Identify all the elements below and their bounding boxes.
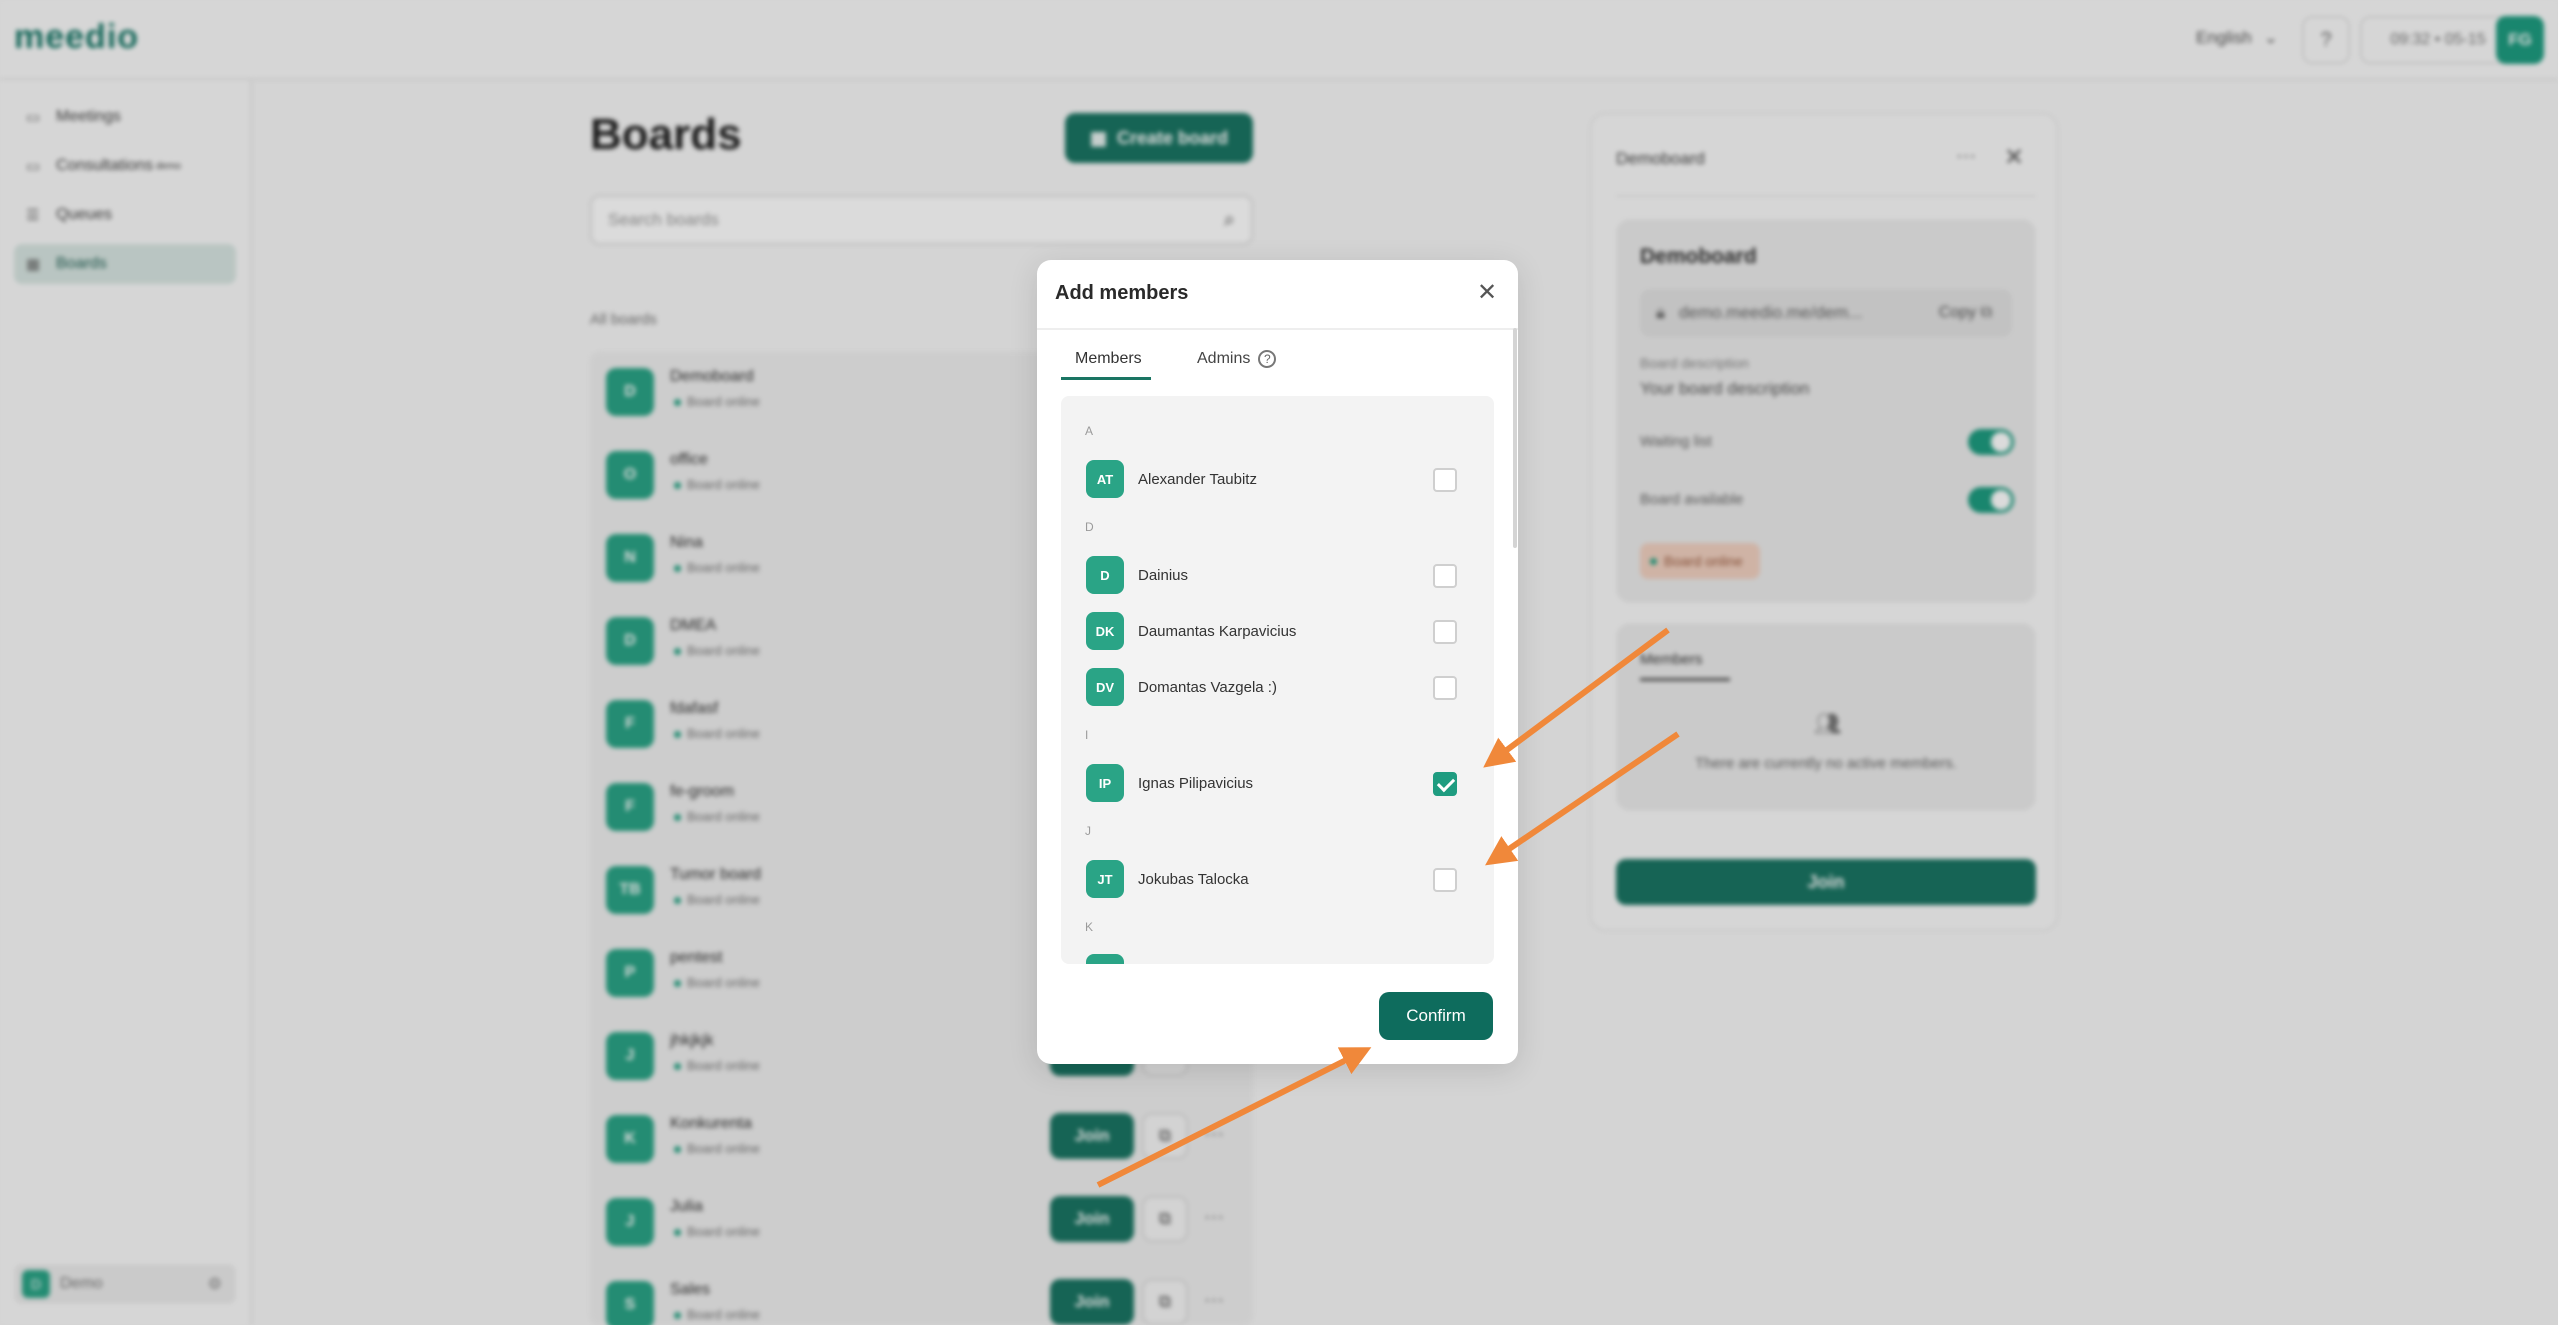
member-row[interactable] [1061,954,1494,964]
member-checkbox[interactable] [1433,620,1457,644]
divider [1037,328,1518,330]
group-letter: I [1085,728,1089,742]
member-avatar: D [1086,556,1124,594]
member-row[interactable]: D Dainius [1061,556,1494,596]
member-avatar: AT [1086,460,1124,498]
member-row[interactable]: DK Daumantas Karpavicius [1061,612,1494,652]
member-avatar: JT [1086,860,1124,898]
member-row[interactable]: AT Alexander Taubitz [1061,460,1494,500]
member-row[interactable]: JT Jokubas Talocka [1061,860,1494,900]
group-letter: A [1085,424,1094,438]
member-checkbox[interactable] [1433,868,1457,892]
member-list[interactable]: A AT Alexander Taubitz D D Dainius DK Daumantas… [1061,396,1494,964]
member-checkbox[interactable] [1433,468,1457,492]
tab-admins[interactable]: Admins? [1197,350,1277,368]
help-icon[interactable]: ? [1258,350,1277,368]
member-name: Dainius [1138,567,1189,584]
member-row[interactable]: IP Ignas Pilipavicius [1061,764,1494,804]
group-letter: K [1085,920,1094,934]
scrollbar[interactable] [1513,328,1517,548]
active-tab-indicator [1061,377,1151,380]
member-avatar [1086,954,1124,964]
member-avatar: DK [1086,612,1124,650]
member-checkbox[interactable] [1433,676,1457,700]
member-name: Daumantas Karpavicius [1138,623,1297,640]
member-name: Alexander Taubitz [1138,471,1257,488]
tab-admins-label: Admins [1197,350,1251,368]
dialog-title: Add members [1055,282,1189,304]
group-letter: J [1085,824,1091,838]
group-letter: D [1085,520,1094,534]
confirm-button[interactable]: Confirm [1379,992,1493,1040]
member-checkbox[interactable] [1433,772,1457,796]
add-members-dialog: Add members ✕ Members Admins? A AT Alexand… [1037,260,1518,1064]
member-avatar: IP [1086,764,1124,802]
tab-members[interactable]: Members [1075,350,1142,368]
close-icon[interactable]: ✕ [1477,278,1497,307]
member-name: Domantas Vazgela :) [1138,679,1277,696]
member-name: Jokubas Talocka [1138,871,1249,888]
member-row[interactable]: DV Domantas Vazgela :) [1061,668,1494,708]
member-name: Ignas Pilipavicius [1138,775,1254,792]
member-checkbox[interactable] [1433,564,1457,588]
member-avatar: DV [1086,668,1124,706]
